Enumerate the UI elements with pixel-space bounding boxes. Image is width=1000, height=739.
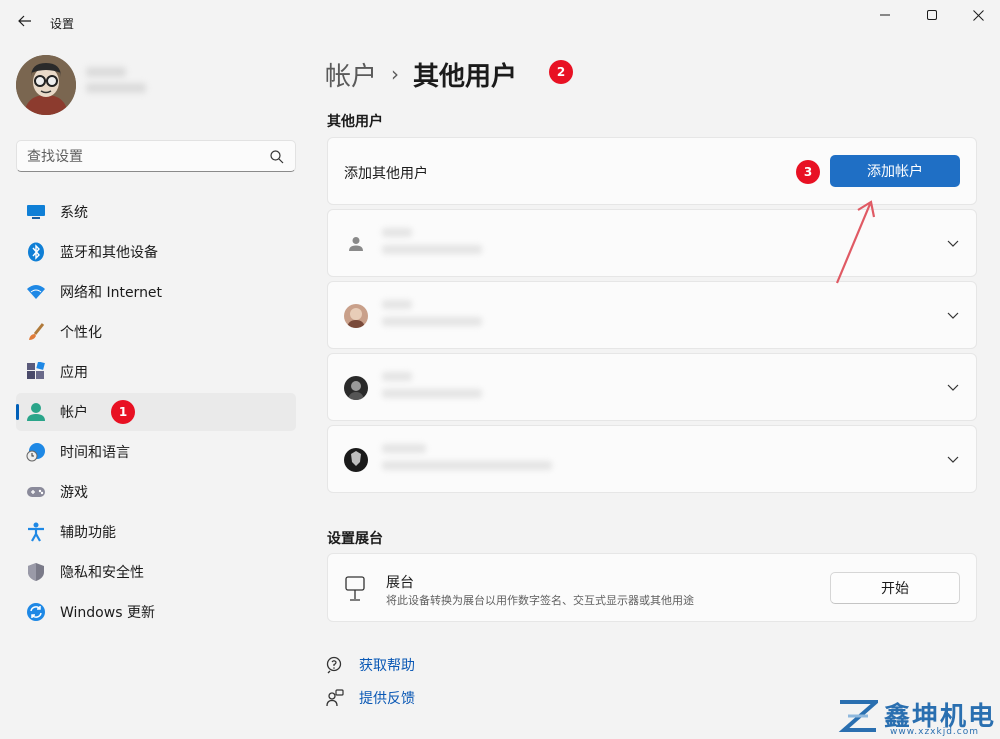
kiosk-description: 将此设备转换为展台以用作数字签名、交互式显示器或其他用途 bbox=[386, 594, 694, 607]
sidebar-item-accounts[interactable]: 帐户 1 bbox=[16, 393, 296, 431]
person-icon bbox=[26, 402, 46, 422]
search-box[interactable] bbox=[16, 140, 296, 172]
globe-clock-icon bbox=[26, 442, 46, 462]
sidebar-item-label: 系统 bbox=[60, 205, 88, 221]
sidebar-item-network[interactable]: 网络和 Internet bbox=[16, 273, 296, 311]
chevron-down-icon[interactable] bbox=[946, 308, 960, 322]
paintbrush-icon bbox=[26, 322, 46, 342]
breadcrumb: 帐户 › 其他用户 bbox=[325, 56, 517, 92]
title-bar: 设置 bbox=[0, 0, 1000, 44]
sidebar-item-label: 蓝牙和其他设备 bbox=[60, 245, 158, 261]
give-feedback-label[interactable]: 提供反馈 bbox=[359, 688, 415, 708]
kiosk-start-button[interactable]: 开始 bbox=[830, 572, 960, 604]
maximize-icon bbox=[927, 10, 937, 20]
user-avatar bbox=[344, 448, 368, 472]
profile-name-blurred bbox=[86, 67, 146, 101]
sidebar-nav: 系统 蓝牙和其他设备 网络和 Internet 个性化 应用 帐户 1 时间和语… bbox=[16, 193, 296, 633]
sidebar-item-label: 游戏 bbox=[60, 485, 88, 501]
sidebar-item-apps[interactable]: 应用 bbox=[16, 353, 296, 391]
help-chat-icon bbox=[325, 655, 345, 675]
step-badge-2: 2 bbox=[549, 60, 573, 84]
kiosk-card: 展台 将此设备转换为展台以用作数字签名、交互式显示器或其他用途 开始 bbox=[327, 553, 977, 622]
sidebar-item-label: 帐户 bbox=[60, 405, 88, 421]
sidebar-item-label: 网络和 Internet bbox=[60, 285, 163, 301]
accessibility-icon bbox=[26, 522, 46, 542]
sidebar-item-label: 应用 bbox=[60, 365, 88, 381]
shield-icon bbox=[26, 562, 46, 582]
back-arrow-icon bbox=[18, 15, 31, 27]
close-icon bbox=[972, 9, 984, 21]
sidebar-item-label: 辅助功能 bbox=[60, 525, 116, 541]
user-name-blurred bbox=[382, 444, 552, 478]
apps-icon bbox=[26, 362, 46, 382]
user-name-blurred bbox=[382, 300, 512, 334]
feedback-icon bbox=[325, 688, 345, 708]
sidebar-item-privacy[interactable]: 隐私和安全性 bbox=[16, 553, 296, 591]
sidebar-item-personalization[interactable]: 个性化 bbox=[16, 313, 296, 351]
search-input[interactable] bbox=[27, 147, 257, 167]
user-row[interactable] bbox=[327, 353, 977, 421]
user-photo-icon bbox=[344, 376, 368, 400]
kiosk-title: 展台 bbox=[386, 575, 414, 591]
search-icon[interactable] bbox=[269, 149, 285, 165]
watermark: 鑫坤机电 www.xzxkjd.com bbox=[838, 696, 1000, 739]
breadcrumb-parent[interactable]: 帐户 bbox=[325, 56, 377, 93]
sidebar-item-label: 时间和语言 bbox=[60, 445, 130, 461]
user-photo-icon bbox=[344, 304, 368, 328]
wifi-icon bbox=[26, 282, 46, 302]
sidebar-item-time-language[interactable]: 时间和语言 bbox=[16, 433, 296, 471]
watermark-logo-icon bbox=[838, 700, 878, 732]
user-row[interactable] bbox=[327, 425, 977, 493]
sidebar-item-system[interactable]: 系统 bbox=[16, 193, 296, 231]
user-photo-icon bbox=[344, 448, 368, 472]
monitor-icon bbox=[26, 202, 46, 222]
add-account-button[interactable]: 添加帐户 bbox=[830, 155, 960, 187]
get-help-label[interactable]: 获取帮助 bbox=[359, 655, 415, 675]
bluetooth-icon bbox=[26, 242, 46, 262]
add-user-card: 添加其他用户 3 添加帐户 bbox=[327, 137, 977, 205]
avatar bbox=[16, 55, 76, 115]
step-badge-3: 3 bbox=[796, 160, 820, 184]
section-title-kiosk: 设置展台 bbox=[327, 531, 383, 547]
sidebar-item-bluetooth[interactable]: 蓝牙和其他设备 bbox=[16, 233, 296, 271]
watermark-url: www.xzxkjd.com bbox=[890, 727, 980, 737]
user-avatar bbox=[344, 376, 368, 400]
sidebar-item-accessibility[interactable]: 辅助功能 bbox=[16, 513, 296, 551]
user-name-blurred bbox=[382, 372, 512, 406]
close-button[interactable] bbox=[966, 6, 990, 24]
update-icon bbox=[26, 602, 46, 622]
kiosk-icon bbox=[345, 576, 365, 601]
get-help-link[interactable]: 获取帮助 bbox=[325, 655, 415, 675]
step-badge-1: 1 bbox=[111, 400, 135, 424]
sidebar-item-label: 个性化 bbox=[60, 325, 102, 341]
give-feedback-link[interactable]: 提供反馈 bbox=[325, 688, 415, 708]
person-icon bbox=[349, 237, 363, 251]
minimize-button[interactable] bbox=[873, 6, 897, 24]
chevron-down-icon[interactable] bbox=[946, 380, 960, 394]
sidebar-item-gaming[interactable]: 游戏 bbox=[16, 473, 296, 511]
back-button[interactable] bbox=[14, 10, 36, 32]
user-avatar bbox=[344, 232, 368, 256]
app-title: 设置 bbox=[50, 17, 75, 31]
add-user-label: 添加其他用户 bbox=[344, 166, 428, 182]
user-name-blurred bbox=[382, 228, 512, 262]
maximize-button[interactable] bbox=[920, 6, 944, 24]
chevron-down-icon[interactable] bbox=[946, 236, 960, 250]
sidebar-item-label: Windows 更新 bbox=[60, 605, 155, 621]
page-title: 其他用户 bbox=[413, 61, 518, 92]
sidebar-item-label: 隐私和安全性 bbox=[60, 565, 144, 581]
chevron-down-icon[interactable] bbox=[946, 452, 960, 466]
breadcrumb-separator: › bbox=[391, 62, 400, 86]
sidebar-item-windows-update[interactable]: Windows 更新 bbox=[16, 593, 296, 631]
minimize-icon bbox=[880, 14, 890, 16]
avatar-photo-icon bbox=[16, 55, 76, 115]
gamepad-icon bbox=[26, 482, 46, 502]
annotation-arrow-icon bbox=[835, 200, 876, 284]
user-avatar bbox=[344, 304, 368, 328]
section-title-other-users: 其他用户 bbox=[327, 114, 383, 130]
user-row[interactable] bbox=[327, 281, 977, 349]
user-profile[interactable] bbox=[16, 55, 296, 119]
